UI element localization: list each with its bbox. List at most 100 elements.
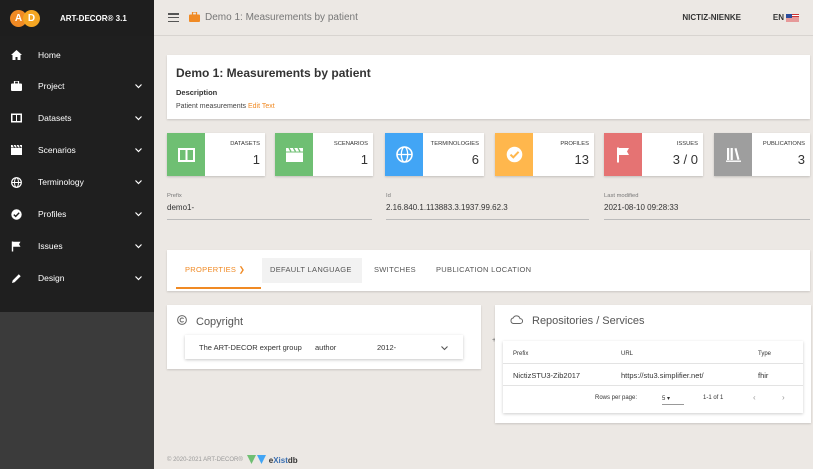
project-title: Demo 1: Measurements by patient bbox=[176, 66, 371, 80]
tile-publications[interactable]: PUBLICATIONS 3 bbox=[714, 133, 810, 176]
tile-issues[interactable]: ISSUES 3 / 0 bbox=[604, 133, 703, 176]
prefix-label: Prefix bbox=[167, 193, 182, 199]
row-prefix: NictizSTU3-Zib2017 bbox=[513, 371, 581, 380]
sidebar-item-design[interactable]: Design bbox=[0, 262, 154, 294]
art-decor-logo[interactable]: A D bbox=[10, 9, 40, 27]
last-modified-label: Last modified bbox=[604, 193, 639, 199]
logo-letter-d: D bbox=[23, 9, 40, 27]
briefcase-icon bbox=[189, 9, 200, 27]
book-icon bbox=[167, 133, 205, 176]
book-icon bbox=[10, 112, 22, 124]
sidebar-item-home[interactable]: Home bbox=[0, 40, 154, 70]
pagination-range: 1-1 of 1 bbox=[703, 395, 724, 401]
sidebar-item-label: Issues bbox=[38, 241, 63, 251]
next-page-icon[interactable]: › bbox=[782, 393, 785, 402]
check-circle-icon bbox=[10, 208, 22, 220]
tile-value: 1 bbox=[252, 152, 260, 167]
chevron-down-icon bbox=[135, 177, 142, 187]
tile-label: ISSUES bbox=[676, 141, 698, 147]
sidebar-item-scenarios[interactable]: Scenarios bbox=[0, 134, 154, 166]
tile-value: 3 bbox=[797, 152, 805, 167]
tab-properties[interactable]: PROPERTIES ❯ bbox=[185, 265, 245, 274]
rows-per-page-label: Rows per page: bbox=[595, 395, 638, 401]
sidebar-item-project[interactable]: Project bbox=[0, 70, 154, 102]
tile-scenarios[interactable]: SCENARIOS 1 bbox=[275, 133, 373, 176]
cloud-icon bbox=[510, 315, 524, 327]
rows-per-page-select[interactable]: 5 ▾ bbox=[662, 395, 684, 405]
copyright-title: Copyright bbox=[177, 315, 243, 328]
home-icon bbox=[10, 49, 22, 61]
project-header-card: Demo 1: Measurements by patient Descript… bbox=[167, 55, 810, 119]
sidebar-item-profiles[interactable]: Profiles bbox=[0, 198, 154, 230]
row-url: https://stu3.simplifier.net/ bbox=[621, 371, 704, 380]
tile-datasets[interactable]: DATASETS 1 bbox=[167, 133, 265, 176]
brand-bar: A D ART-DECOR® 3.1 bbox=[0, 0, 154, 36]
last-modified-field[interactable]: Last modified 2021-08-10 09:28:33 bbox=[604, 193, 810, 220]
chevron-down-icon bbox=[135, 273, 142, 283]
check-circle-icon bbox=[495, 133, 533, 176]
globe-icon bbox=[385, 133, 423, 176]
sidebar-item-label: Home bbox=[38, 50, 61, 60]
tile-label: SCENARIOS bbox=[333, 141, 368, 147]
chevron-down-icon[interactable] bbox=[441, 344, 448, 353]
copyright-years: 2012- bbox=[377, 343, 397, 352]
sidebar-item-issues[interactable]: Issues bbox=[0, 230, 154, 262]
sidebar-item-label: Scenarios bbox=[38, 145, 76, 155]
tab-switches[interactable]: SWITCHES bbox=[374, 265, 416, 274]
menu-toggle-icon[interactable] bbox=[168, 13, 179, 22]
copyright-card: Copyright The ART-DECOR expert group aut… bbox=[167, 305, 481, 369]
sidebar-item-datasets[interactable]: Datasets bbox=[0, 102, 154, 134]
tile-value: 3 / 0 bbox=[672, 152, 698, 167]
exist-db-logo: eXistdb bbox=[269, 456, 298, 465]
sidebar-item-label: Terminology bbox=[38, 177, 84, 187]
clapperboard-icon bbox=[275, 133, 313, 176]
repositories-table: Prefix URL Type NictizSTU3-Zib2017 https… bbox=[503, 341, 803, 413]
sidebar-item-label: Design bbox=[38, 273, 65, 283]
edit-text-link[interactable]: Edit Text bbox=[248, 103, 275, 110]
brand-title: ART-DECOR® 3.1 bbox=[60, 13, 127, 23]
exist-text: Xist bbox=[273, 455, 288, 465]
repositories-title: Repositories / Services bbox=[510, 315, 645, 327]
id-field[interactable]: Id 2.16.840.1.113883.3.1937.99.62.3 bbox=[386, 193, 589, 220]
footer-copyright: © 2020-2021 ART-DECOR® bbox=[167, 457, 243, 463]
tab-label: PROPERTIES bbox=[185, 265, 237, 274]
us-flag-icon bbox=[786, 13, 799, 22]
copyright-role: author bbox=[315, 343, 337, 352]
copyright-title-text: Copyright bbox=[196, 315, 244, 328]
row-divider bbox=[503, 385, 803, 386]
chevron-down-icon bbox=[135, 145, 142, 155]
footer: © 2020-2021 ART-DECOR® eXistdb bbox=[154, 451, 813, 469]
previous-page-icon[interactable]: ‹ bbox=[753, 393, 756, 402]
copyright-entry[interactable]: The ART-DECOR expert group author 2012- bbox=[185, 335, 463, 359]
flag-icon bbox=[10, 240, 22, 252]
globe-icon bbox=[10, 176, 22, 188]
exist-suffix: db bbox=[287, 455, 298, 465]
sidebar-menu: Home Project Datasets Scenarios Terminol… bbox=[0, 36, 154, 312]
description-label: Description bbox=[176, 88, 218, 97]
chevron-down-icon bbox=[135, 241, 142, 251]
repositories-card: Repositories / Services Prefix URL Type … bbox=[495, 305, 811, 423]
tab-publication-location[interactable]: PUBLICATION LOCATION bbox=[436, 265, 531, 274]
active-tab-indicator bbox=[176, 287, 261, 289]
prefix-field[interactable]: Prefix demo1- bbox=[167, 193, 372, 220]
repositories-title-text: Repositories / Services bbox=[532, 315, 645, 327]
sidebar-item-terminology[interactable]: Terminology bbox=[0, 166, 154, 198]
language-selector[interactable]: EN bbox=[773, 13, 799, 22]
description-value: Patient measurements bbox=[176, 103, 247, 110]
last-modified-value: 2021-08-10 09:28:33 bbox=[604, 203, 679, 212]
sidebar-item-label: Project bbox=[38, 81, 65, 91]
column-header-prefix[interactable]: Prefix bbox=[513, 351, 528, 357]
caret-down-icon: ▾ bbox=[667, 396, 671, 402]
row-type: fhir bbox=[758, 371, 769, 380]
user-menu[interactable]: NICTIZ-NIENKE bbox=[682, 13, 741, 22]
tile-label: PUBLICATIONS bbox=[762, 141, 805, 147]
column-header-type[interactable]: Type bbox=[758, 351, 771, 357]
tile-profiles[interactable]: PROFILES 13 bbox=[495, 133, 594, 176]
tile-terminologies[interactable]: TERMINOLOGIES 6 bbox=[385, 133, 484, 176]
column-header-url[interactable]: URL bbox=[621, 351, 633, 357]
art-decor-footer-logo-icon bbox=[246, 454, 267, 466]
tile-value: 6 bbox=[471, 152, 479, 167]
language-code: EN bbox=[772, 13, 784, 22]
copyright-holder: The ART-DECOR expert group bbox=[199, 343, 302, 352]
tab-default-language[interactable]: DEFAULT LANGUAGE bbox=[270, 265, 352, 274]
